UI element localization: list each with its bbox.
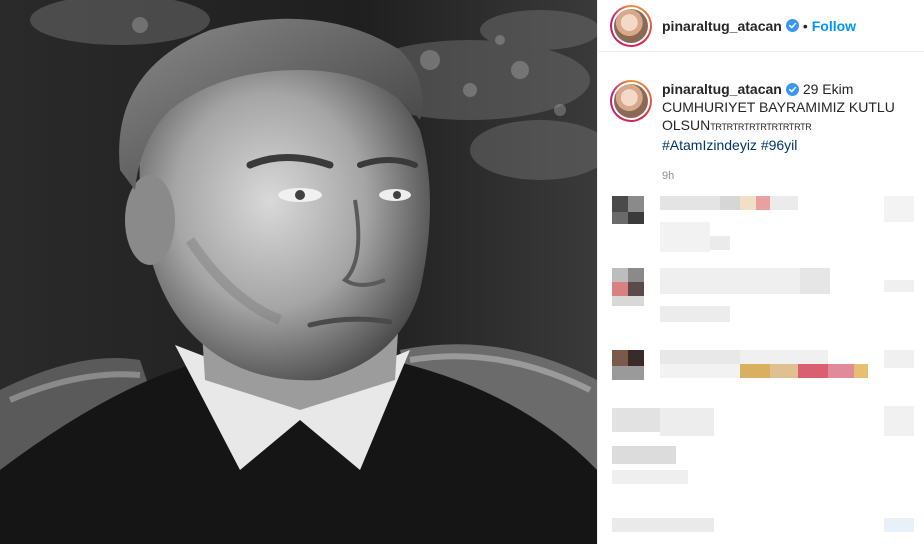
author-avatar[interactable]	[610, 4, 652, 47]
verified-badge-icon	[785, 83, 799, 96]
post-side-panel: pinaraltug_atacan • Follow pinaraltug_at…	[597, 0, 924, 544]
follow-button[interactable]: Follow	[812, 18, 856, 34]
hashtag-96yil[interactable]: #96yil	[761, 137, 798, 153]
post-photo[interactable]	[0, 0, 597, 544]
caption: pinaraltug_atacan 29 Ekim CUMHURIYET BAYR…	[610, 80, 915, 154]
post-header: pinaraltug_atacan • Follow	[598, 0, 924, 52]
portrait-photo-graphic	[0, 0, 597, 544]
caption-text-tail: TRTRTRTRTRTRTRTRTR	[710, 122, 812, 132]
author-username[interactable]: pinaraltug_atacan	[662, 18, 782, 34]
caption-date: 29 Ekim	[802, 81, 854, 97]
caption-avatar[interactable]	[610, 80, 652, 122]
separator-dot: •	[802, 17, 808, 34]
hashtag-atamizindeyiz[interactable]: #AtamIzindeyiz	[662, 137, 757, 153]
caption-username[interactable]: pinaraltug_atacan	[662, 81, 782, 97]
caption-time: 9h	[662, 170, 675, 182]
verified-badge-icon	[785, 19, 799, 32]
